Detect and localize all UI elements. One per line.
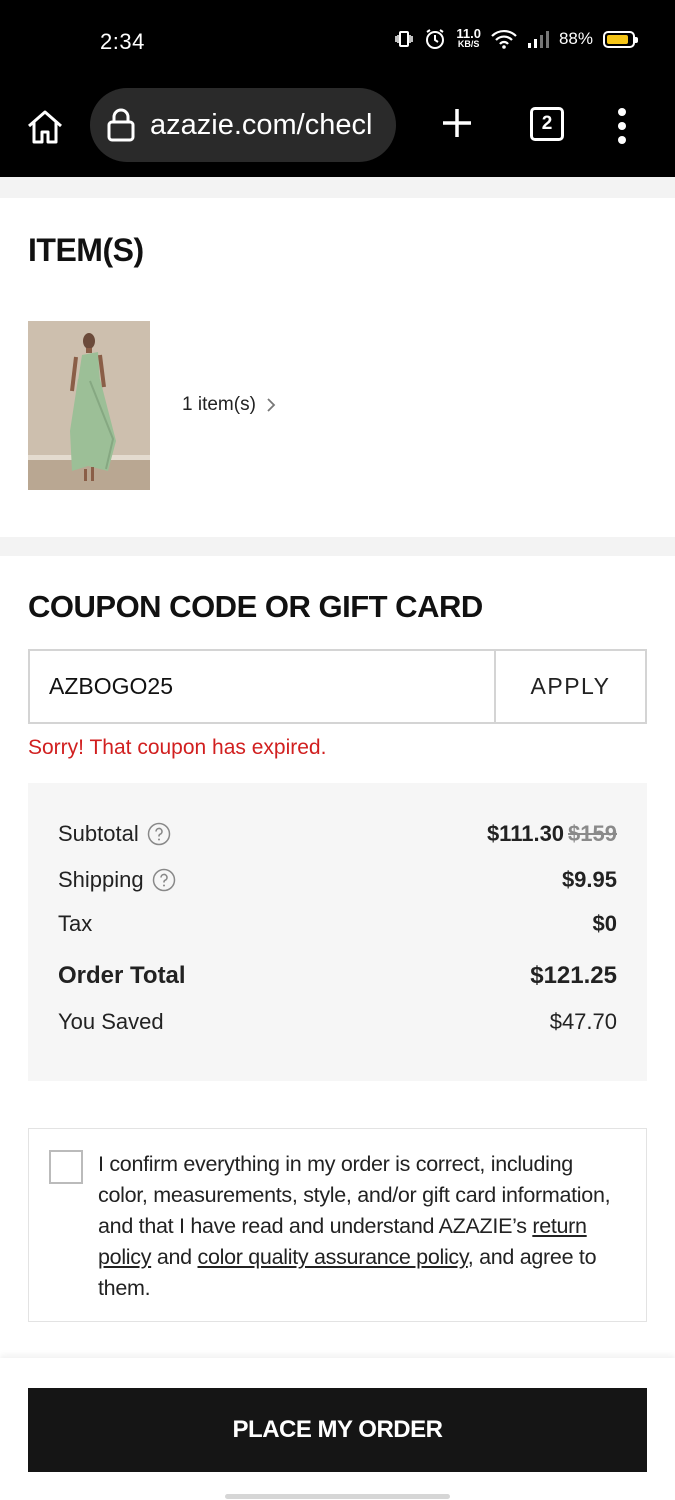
items-count-link[interactable]: 1 item(s) bbox=[182, 394, 276, 416]
status-time: 2:34 bbox=[100, 29, 145, 54]
chevron-right-icon bbox=[267, 398, 276, 412]
battery-icon bbox=[603, 30, 638, 48]
subtotal-row: Subtotal $111.30 $159 bbox=[58, 821, 617, 847]
gesture-bar bbox=[225, 1494, 450, 1499]
place-order-button[interactable]: PLACE MY ORDER bbox=[28, 1388, 647, 1472]
subtotal-original-price: $159 bbox=[568, 821, 617, 846]
lock-icon bbox=[107, 108, 135, 142]
confirm-text: I confirm everything in my order is corr… bbox=[98, 1152, 611, 1300]
confirm-checkbox[interactable] bbox=[49, 1150, 83, 1184]
order-confirmation: I confirm everything in my order is corr… bbox=[28, 1128, 647, 1322]
battery-percent: 88% bbox=[558, 29, 593, 48]
alarm-icon bbox=[426, 29, 445, 49]
checkout-footer: PLACE MY ORDER bbox=[0, 1358, 675, 1500]
order-summary: Subtotal $111.30 $159 Shipping $9.95 Tax … bbox=[28, 783, 647, 1081]
help-icon[interactable] bbox=[147, 822, 171, 846]
section-divider bbox=[0, 537, 675, 556]
url-text: azazie.com/checl bbox=[150, 108, 373, 141]
you-saved-value: $47.70 bbox=[549, 1009, 617, 1034]
tax-label: Tax bbox=[58, 911, 93, 936]
coupon-form: APPLY bbox=[28, 649, 647, 724]
battery-fill bbox=[607, 34, 629, 44]
vibrate-icon bbox=[395, 31, 414, 47]
coupon-input[interactable] bbox=[30, 651, 494, 722]
order-total-value: $121.25 bbox=[530, 962, 617, 989]
subtotal-label: Subtotal bbox=[58, 821, 139, 846]
dress-photo bbox=[28, 321, 150, 490]
section-divider bbox=[0, 177, 675, 198]
coupon-error-message: Sorry! That coupon has expired. bbox=[28, 736, 327, 759]
shipping-label: Shipping bbox=[58, 867, 144, 892]
tax-row: Tax $0 bbox=[58, 911, 617, 937]
product-image[interactable] bbox=[28, 321, 150, 490]
you-saved-row: You Saved $47.70 bbox=[58, 1009, 617, 1035]
help-icon[interactable] bbox=[152, 868, 176, 892]
items-title: ITEM(S) bbox=[28, 232, 144, 268]
network-speed: 11.0 KB/S bbox=[456, 26, 481, 49]
apply-button[interactable]: APPLY bbox=[494, 651, 645, 722]
color-quality-policy-link[interactable]: color quality assurance policy bbox=[198, 1245, 469, 1269]
coupon-title: COUPON CODE OR GIFT CARD bbox=[28, 589, 483, 624]
shipping-row: Shipping $9.95 bbox=[58, 867, 617, 893]
subtotal-value: $111.30 bbox=[486, 821, 565, 846]
plus-icon[interactable] bbox=[440, 106, 474, 140]
order-total-row: Order Total $121.25 bbox=[58, 962, 617, 990]
you-saved-label: You Saved bbox=[58, 1009, 164, 1034]
tab-switcher-button[interactable]: 2 bbox=[530, 107, 564, 141]
status-bar: 2:34 11.0 KB/S 88% bbox=[0, 0, 675, 86]
address-bar[interactable]: azazie.com/checl bbox=[90, 88, 396, 162]
order-total-label: Order Total bbox=[58, 962, 186, 989]
home-icon[interactable] bbox=[24, 106, 66, 148]
browser-toolbar: azazie.com/checl 2 bbox=[0, 86, 675, 177]
shipping-value: $9.95 bbox=[561, 867, 617, 892]
more-menu-icon[interactable] bbox=[614, 106, 630, 146]
status-icons: 11.0 KB/S 88% bbox=[394, 26, 638, 50]
items-count-label: 1 item(s) bbox=[182, 394, 256, 415]
signal-icon bbox=[527, 31, 549, 48]
wifi-icon bbox=[491, 29, 517, 49]
tax-value: $0 bbox=[592, 911, 617, 936]
